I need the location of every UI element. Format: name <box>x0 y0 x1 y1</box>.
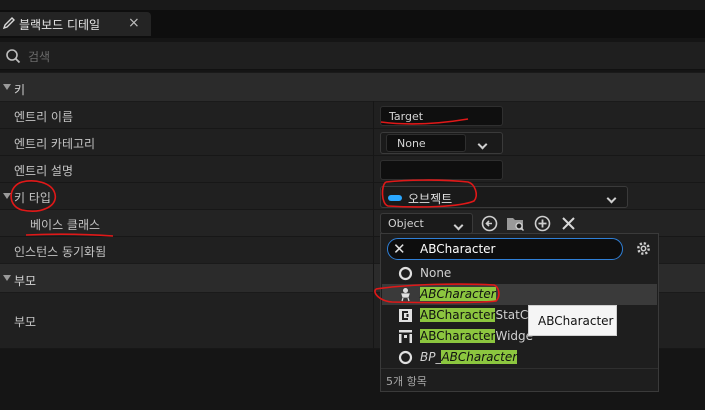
character-icon <box>398 287 413 302</box>
list-item-label: None <box>420 266 452 280</box>
key-type-combo[interactable]: 오브젝트 <box>380 186 628 208</box>
match-highlight: ABCharacter <box>420 329 496 343</box>
row-entry-name: 엔트리 이름 <box>0 102 705 129</box>
collapse-arrow-icon[interactable] <box>3 275 11 281</box>
entry-name-value: Target <box>389 110 424 123</box>
object-type-pill-icon <box>388 195 402 201</box>
entry-category-input[interactable]: None <box>386 134 466 152</box>
match-highlight: ABCharacter <box>420 287 496 301</box>
popup-divider <box>381 368 658 369</box>
section-key[interactable]: 키 <box>0 72 705 102</box>
match-highlight: ABCharacter <box>420 308 496 322</box>
entry-category-value: None <box>397 137 426 150</box>
row-label: 부모 <box>14 315 37 329</box>
collapse-arrow-icon[interactable] <box>3 84 11 90</box>
base-class-combo[interactable]: Object <box>380 213 473 234</box>
component-icon <box>398 308 413 323</box>
entry-description-input[interactable] <box>380 160 503 180</box>
item-count: 5개 항목 <box>386 375 427 388</box>
use-selected-icon[interactable] <box>481 215 498 232</box>
search-placeholder: 검색 <box>28 50 51 64</box>
class-picker-popup: ✕ ABCharacter None ABCharacter ABCharact… <box>380 233 659 392</box>
close-icon[interactable]: × <box>128 15 140 31</box>
tab-title: 블랙보드 디테일 <box>19 18 101 32</box>
clear-icon[interactable] <box>561 216 576 231</box>
class-search-value: ABCharacter <box>420 242 496 256</box>
row-entry-category: 엔트리 카테고리 <box>0 129 705 156</box>
section-title: 부모 <box>14 274 37 288</box>
match-highlight: ABCharacter <box>441 350 518 364</box>
key-type-value: 오브젝트 <box>408 192 453 206</box>
row-label: 인스턴스 동기화됨 <box>14 245 107 259</box>
row-label: 엔트리 설명 <box>14 164 74 178</box>
row-label: 베이스 클래스 <box>30 218 101 232</box>
gear-icon[interactable] <box>635 240 652 257</box>
clear-search-icon[interactable]: ✕ <box>393 240 406 258</box>
row-label: 키 타입 <box>14 191 51 205</box>
row-label: 엔트리 카테고리 <box>14 137 96 151</box>
title-band <box>0 0 705 10</box>
column-splitter[interactable] <box>373 101 374 348</box>
browse-folder-icon[interactable] <box>506 214 525 232</box>
list-item-abcharacter[interactable]: ABCharacter <box>382 284 657 305</box>
pencil-icon <box>2 16 16 30</box>
add-icon[interactable] <box>534 215 551 232</box>
row-label: 엔트리 이름 <box>14 110 74 124</box>
match-prefix: BP_ <box>420 350 442 364</box>
tab-blackboard-details[interactable]: 블랙보드 디테일 × <box>0 12 151 36</box>
circle-icon <box>398 350 413 365</box>
search-icon <box>5 48 21 64</box>
entry-name-input[interactable]: Target <box>380 106 503 126</box>
list-item-bp-abcharacter[interactable]: BP_ABCharacter <box>382 347 657 368</box>
chevron-down-icon[interactable] <box>453 218 464 232</box>
chevron-down-icon[interactable] <box>606 191 617 205</box>
circle-icon <box>398 266 413 281</box>
chevron-down-icon[interactable] <box>477 137 488 151</box>
class-search-input[interactable]: ✕ ABCharacter <box>387 238 623 260</box>
tooltip: ABCharacter <box>528 305 617 336</box>
section-title: 키 <box>14 83 26 97</box>
list-item-none[interactable]: None <box>382 263 657 284</box>
details-search-bar[interactable]: 검색 <box>0 42 705 70</box>
entry-category-combo[interactable]: None <box>380 132 503 154</box>
row-entry-description: 엔트리 설명 <box>0 156 705 183</box>
base-class-value: Object <box>388 217 424 230</box>
widget-icon <box>398 329 413 344</box>
expand-arrow-icon[interactable] <box>3 193 11 199</box>
